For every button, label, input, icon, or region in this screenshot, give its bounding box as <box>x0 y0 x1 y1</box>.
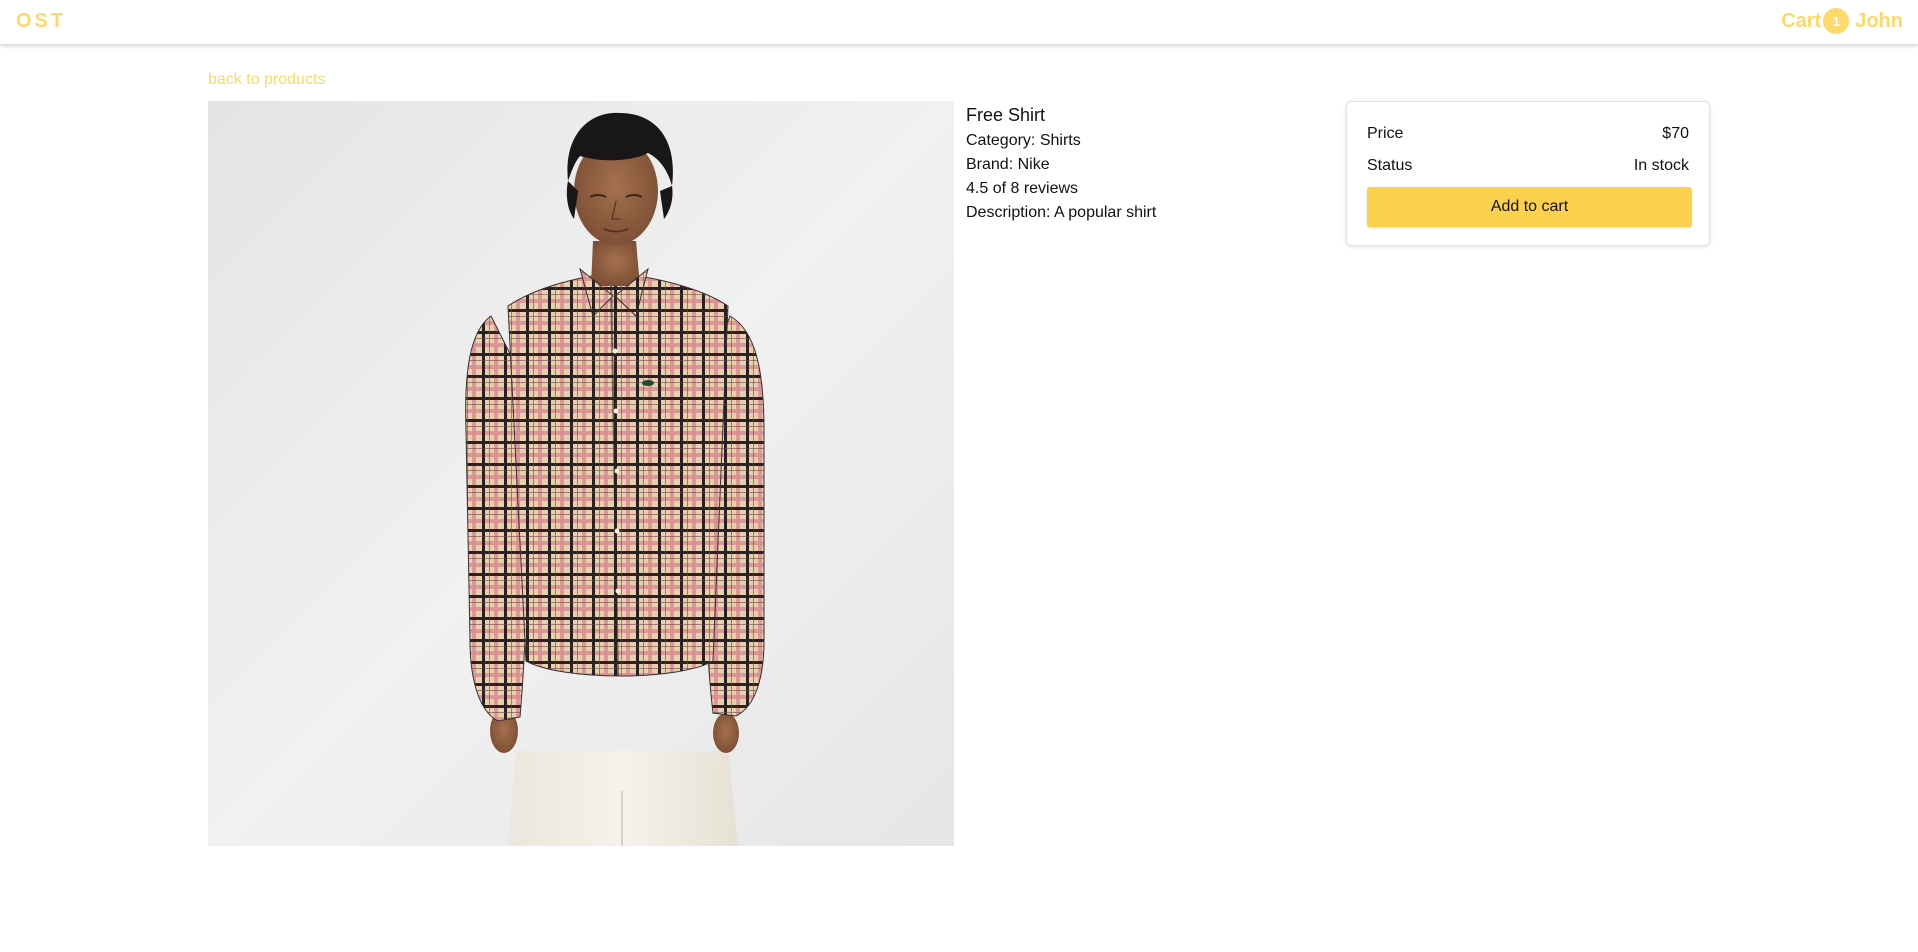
product-description: Description: A popular shirt <box>966 204 1157 221</box>
product-info: Free Shirt Category: Shirts Brand: Nike … <box>966 103 1156 225</box>
price-value: $70 <box>1662 125 1689 142</box>
status-label: Status <box>1367 157 1413 174</box>
price-label: Price <box>1367 125 1404 142</box>
top-navbar: OST Cart 1 John <box>0 0 1918 44</box>
cart-count-badge[interactable]: 1 <box>1823 8 1850 34</box>
status-row: Status In stock <box>1367 155 1689 177</box>
user-menu-link[interactable]: John <box>1855 8 1903 34</box>
product-rating: 4.5 of 8 reviews <box>966 180 1079 197</box>
price-row: Price $70 <box>1367 123 1689 145</box>
product-title: Free Shirt <box>966 105 1046 125</box>
add-to-cart-button[interactable]: Add to cart <box>1367 187 1692 227</box>
product-category: Category: Shirts <box>966 132 1081 149</box>
brand-logo-link[interactable]: OST <box>16 10 66 32</box>
purchase-card: Price $70 Status In stock Add to cart <box>1346 101 1710 246</box>
product-brand: Brand: Nike <box>966 156 1050 173</box>
status-value: In stock <box>1633 157 1689 174</box>
cart-link[interactable]: Cart <box>1781 8 1821 34</box>
product-image <box>208 101 954 846</box>
back-to-products-link[interactable]: back to products <box>208 71 325 89</box>
navbar-right: Cart 1 John <box>1781 8 1903 34</box>
